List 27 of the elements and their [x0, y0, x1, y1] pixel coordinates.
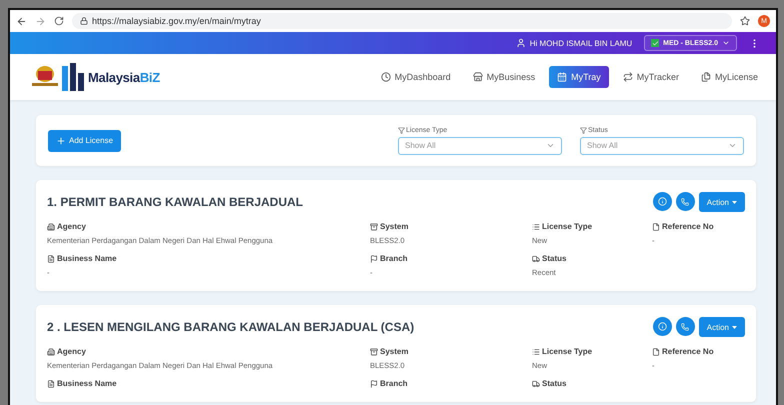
logo-text: MalaysiaBiZ — [88, 70, 160, 84]
field-label: Status — [542, 379, 566, 388]
add-license-button[interactable]: Add License — [48, 130, 122, 152]
license-title: 1. PERMIT BARANG KAWALAN BERJADUAL — [47, 195, 304, 209]
field-label: License Type — [542, 222, 592, 231]
user-greeting[interactable]: Hi MOHD ISMAIL BIN LAMU — [516, 38, 632, 48]
field-label: Reference No — [662, 222, 714, 231]
field-label: Agency — [57, 222, 86, 231]
nav-tab[interactable]: MyLicense — [692, 66, 766, 88]
field-label: License Type — [542, 347, 592, 356]
nav-tab[interactable]: MyTray — [549, 66, 609, 88]
field-label: Agency — [57, 347, 86, 356]
field-label: Status — [542, 254, 566, 263]
license-title: 2 . LESEN MENGILANG BARANG KAWALAN BERJADUAL (CSA) — [47, 320, 414, 334]
action-button[interactable]: Action — [698, 192, 745, 212]
field-label: Branch — [380, 379, 408, 388]
field-label: Reference No — [662, 347, 714, 356]
address-bar[interactable]: https://malaysiabiz.gov.my/en/main/mytray — [72, 13, 732, 29]
nav-tab[interactable]: MyBusiness — [464, 66, 544, 88]
field-label: System — [380, 347, 408, 356]
action-button[interactable]: Action — [698, 317, 745, 337]
nav-tab[interactable]: MyDashboard — [372, 66, 459, 88]
field-label: System — [380, 222, 408, 231]
nav-tab[interactable]: MyTracker — [614, 66, 687, 88]
field-label: Business Name — [57, 254, 117, 263]
field-label: Branch — [380, 254, 408, 263]
field-label: Business Name — [57, 379, 117, 388]
